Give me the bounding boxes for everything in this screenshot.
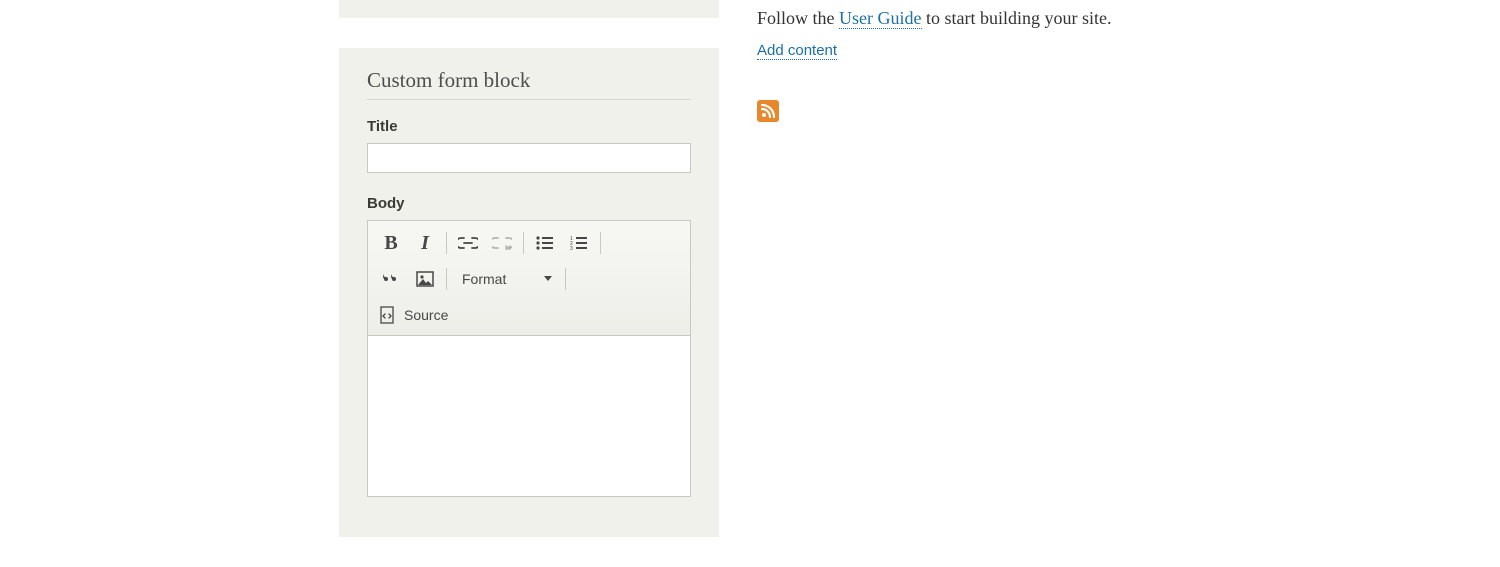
toolbar-separator xyxy=(446,268,447,290)
toolbar-row-1: B I xyxy=(374,225,684,261)
bold-icon: B xyxy=(384,232,397,255)
bold-button[interactable]: B xyxy=(374,226,408,260)
block-title: Custom form block xyxy=(367,68,691,93)
title-field-label: Title xyxy=(367,118,691,135)
italic-button[interactable]: I xyxy=(408,226,442,260)
toolbar-separator xyxy=(446,232,447,254)
italic-icon: I xyxy=(421,232,429,255)
rss-icon[interactable] xyxy=(757,100,779,122)
intro-text-prefix: Follow the xyxy=(757,8,839,28)
source-button[interactable]: Source xyxy=(374,298,456,332)
unlink-button[interactable] xyxy=(485,226,519,260)
image-icon xyxy=(416,271,434,287)
user-guide-link[interactable]: User Guide xyxy=(839,8,921,29)
unlink-icon xyxy=(492,236,512,250)
format-dropdown-label: Format xyxy=(462,271,506,287)
source-icon xyxy=(379,306,397,324)
toolbar-separator xyxy=(565,268,566,290)
body-editor-area[interactable] xyxy=(368,336,690,496)
editor-toolbar: B I xyxy=(368,221,690,336)
svg-text:3: 3 xyxy=(570,246,573,250)
toolbar-separator xyxy=(523,232,524,254)
link-icon xyxy=(458,237,478,249)
rss-glyph-icon xyxy=(761,104,775,118)
body-field-label: Body xyxy=(367,195,691,212)
intro-text-suffix: to start building your site. xyxy=(922,8,1112,28)
sidebar-block-previous xyxy=(339,0,719,18)
toolbar-row-2: Format xyxy=(374,261,684,297)
custom-form-block: Custom form block Title Body B I xyxy=(339,48,719,537)
intro-paragraph: Follow the User Guide to start building … xyxy=(757,6,1357,31)
format-dropdown[interactable]: Format xyxy=(451,264,561,294)
title-field-wrap: Title xyxy=(367,118,691,173)
blockquote-icon xyxy=(382,272,400,286)
numbered-list-button[interactable]: 1 2 3 xyxy=(562,226,596,260)
chevron-down-icon xyxy=(544,276,552,282)
body-editor: B I xyxy=(367,220,691,497)
link-button[interactable] xyxy=(451,226,485,260)
body-field-wrap: Body B I xyxy=(367,195,691,497)
bulleted-list-button[interactable] xyxy=(528,226,562,260)
add-content-link[interactable]: Add content xyxy=(757,42,837,60)
image-button[interactable] xyxy=(408,262,442,296)
main-content: Follow the User Guide to start building … xyxy=(757,6,1357,122)
bulleted-list-icon xyxy=(536,236,554,250)
block-title-rule xyxy=(367,99,691,100)
blockquote-button[interactable] xyxy=(374,262,408,296)
toolbar-row-3: Source xyxy=(374,297,684,333)
title-input[interactable] xyxy=(367,143,691,173)
toolbar-separator xyxy=(600,232,601,254)
numbered-list-icon: 1 2 3 xyxy=(570,236,588,250)
source-button-label: Source xyxy=(404,307,448,323)
